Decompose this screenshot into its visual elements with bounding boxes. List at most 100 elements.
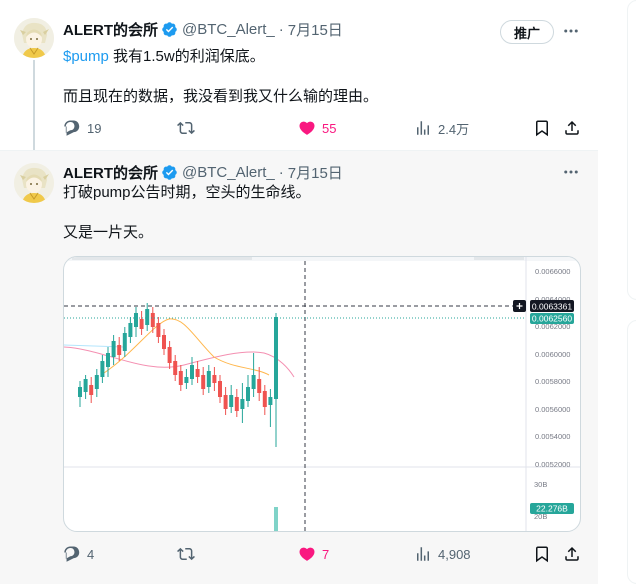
- candle-body: [162, 335, 166, 349]
- tweet-date[interactable]: 7月15日: [288, 162, 343, 183]
- tweet-actions: 19 55 2.4万: [63, 118, 583, 138]
- price-tick: 0.0058000: [535, 377, 570, 386]
- thread-connector: [33, 60, 35, 160]
- author-name[interactable]: ALERT的会所: [63, 162, 158, 183]
- bookmark-button[interactable]: [533, 544, 551, 564]
- candle-body: [100, 361, 105, 377]
- candle-body: [111, 341, 116, 357]
- heart-icon: [299, 547, 315, 561]
- candle-body: [201, 375, 206, 389]
- reply-button[interactable]: 4: [63, 544, 94, 564]
- avatar[interactable]: [14, 163, 54, 203]
- more-icon[interactable]: [560, 21, 582, 41]
- candle-body: [78, 387, 82, 397]
- candle-body: [106, 353, 110, 367]
- candle-body: [122, 333, 127, 351]
- candle-body: [223, 395, 228, 409]
- candle-body: [234, 397, 239, 411]
- like-count: 55: [322, 120, 337, 136]
- retweet-icon: [177, 121, 195, 135]
- retweet-icon: [177, 547, 195, 561]
- tweet-text-line: 打破pump公告时期，空头的生命线。: [63, 184, 311, 201]
- author-handle[interactable]: @BTC_Alert_: [182, 21, 275, 38]
- candle-body: [145, 309, 150, 325]
- retweet-button[interactable]: [177, 118, 195, 138]
- cashtag-link[interactable]: $pump: [63, 48, 109, 65]
- tweet-header: ALERT的会所 @BTC_Alert_ · 7月15日: [63, 19, 343, 39]
- candle-body: [212, 375, 217, 383]
- candle-body: [195, 369, 200, 377]
- like-button[interactable]: 55: [298, 118, 336, 138]
- author-name[interactable]: ALERT的会所: [63, 19, 158, 40]
- candle-body: [218, 381, 222, 397]
- views-button[interactable]: 4,908: [414, 544, 471, 564]
- candle-body: [134, 313, 138, 327]
- crosshair-price-label: 0.0063361: [532, 302, 572, 312]
- share-icon: [565, 546, 579, 561]
- tweet[interactable]: ALERT的会所 @BTC_Alert_ · 7月15日 推广 $pump 我有…: [0, 0, 598, 160]
- sidebar-card[interactable]: [627, 320, 636, 584]
- candle-body: [128, 323, 133, 337]
- candle-body: [268, 397, 273, 405]
- share-button[interactable]: [563, 544, 581, 564]
- tweet-text-line: 而且现在的数据，我没看到我又什么输的理由。: [63, 88, 379, 105]
- candle-body: [246, 387, 250, 401]
- right-sidebar: [599, 0, 636, 584]
- chart-image[interactable]: 0.0066000 0.0064000 0.0062000 0.0060000 0.00…: [63, 256, 581, 532]
- views-icon: [417, 121, 429, 135]
- candle-body: [178, 371, 183, 385]
- view-count: 2.4万: [438, 121, 470, 137]
- sidebar-card[interactable]: [627, 0, 636, 300]
- bookmark-icon: [536, 120, 548, 137]
- more-icon[interactable]: [560, 162, 582, 182]
- reply-count: 19: [87, 120, 102, 136]
- price-tick: 0.0066000: [535, 267, 570, 276]
- share-button[interactable]: [563, 118, 581, 138]
- tweet-text-line: $pump 我有1.5w的利润保底。: [63, 47, 265, 67]
- verified-badge-icon: [161, 164, 178, 181]
- candle-body: [117, 345, 122, 355]
- volume-tag: 22.276B: [530, 503, 574, 514]
- price-tick: 0.0052000: [535, 460, 570, 469]
- bookmark-button[interactable]: [533, 118, 551, 138]
- volume-bar: [274, 507, 278, 531]
- add-alert-button[interactable]: [513, 300, 526, 312]
- candle-body: [262, 391, 267, 407]
- promote-button[interactable]: 推广: [500, 20, 554, 44]
- tweet-actions: 4 7 4,908: [63, 544, 583, 564]
- candlestick-chart: 0.00660000.00640000.00620000.00600000.00…: [64, 257, 580, 531]
- reply-count: 4: [87, 546, 95, 562]
- crosshair-price-tag: 0.0063361: [530, 300, 574, 312]
- author-handle[interactable]: @BTC_Alert_: [182, 164, 275, 181]
- candle-body: [240, 399, 245, 409]
- candle-body: [167, 347, 172, 363]
- views-button[interactable]: 2.4万: [414, 118, 469, 138]
- candle-body: [190, 365, 194, 379]
- candle-body: [184, 377, 189, 383]
- like-button[interactable]: 7: [298, 544, 329, 564]
- candle-body: [83, 379, 88, 392]
- candle-body: [257, 379, 262, 393]
- tweet-text-line: 又是一片天。: [63, 224, 154, 241]
- verified-badge-icon: [161, 21, 178, 38]
- candle-body: [274, 317, 278, 399]
- view-count: 4,908: [438, 546, 471, 562]
- candle-body: [251, 375, 256, 389]
- tweet-date[interactable]: 7月15日: [288, 19, 343, 40]
- candle-body: [156, 323, 161, 337]
- views-icon: [417, 547, 429, 561]
- bookmark-icon: [536, 546, 548, 563]
- candle-body: [139, 319, 144, 329]
- reply-button[interactable]: 19: [63, 118, 101, 138]
- avatar[interactable]: [14, 18, 54, 58]
- price-tick: 0.0060000: [535, 350, 570, 359]
- reply-icon: [64, 120, 80, 136]
- price-tick: 0.0056000: [535, 405, 570, 414]
- volume-label: 22.276B: [536, 504, 568, 514]
- heart-icon: [299, 121, 315, 135]
- timeline: ALERT的会所 @BTC_Alert_ · 7月15日 推广 $pump 我有…: [0, 0, 598, 584]
- volume-tick: 30B: [534, 480, 547, 489]
- tweet[interactable]: ALERT的会所 @BTC_Alert_ · 7月15日 打破pump公告时期，…: [0, 150, 598, 584]
- tweet-header: ALERT的会所 @BTC_Alert_ · 7月15日: [63, 162, 343, 182]
- retweet-button[interactable]: [177, 544, 195, 564]
